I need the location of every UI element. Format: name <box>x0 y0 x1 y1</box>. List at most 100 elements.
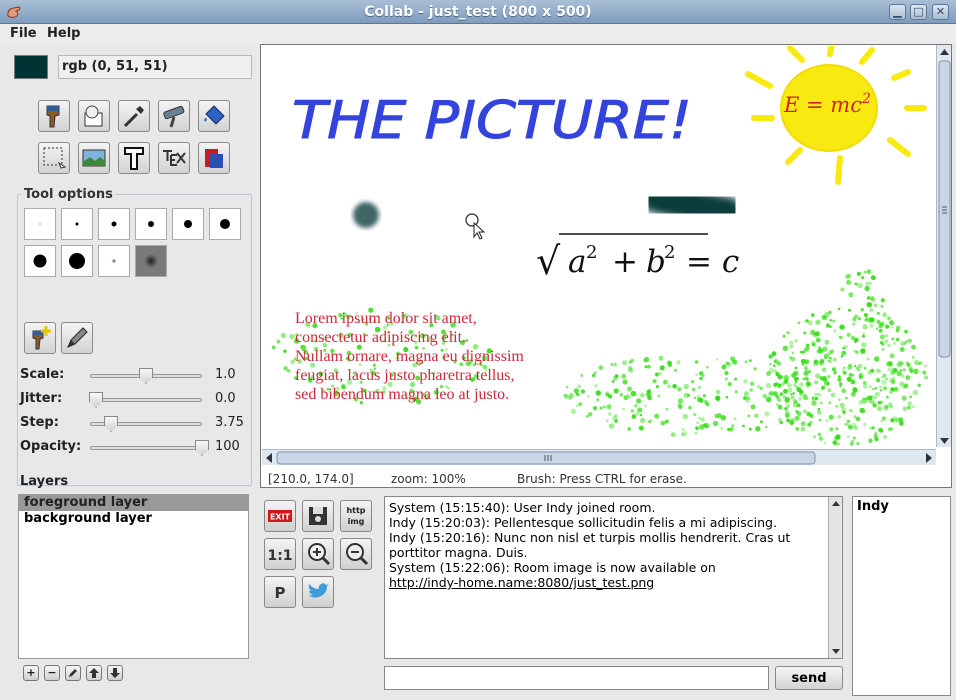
spray-dot <box>746 396 751 400</box>
canvas-horizontal-scrollbar[interactable] <box>262 449 936 465</box>
layer-item-foreground[interactable]: foreground layer <box>19 495 248 511</box>
chat-log[interactable]: System (15:15:40): User Indy joined room… <box>384 496 843 659</box>
spray-dot <box>862 383 868 389</box>
spray-dot <box>893 342 896 345</box>
spray-dot <box>702 394 706 398</box>
spray-dot <box>721 364 727 370</box>
exit-button[interactable]: EXIT <box>264 500 296 532</box>
zoom-reset-button[interactable]: 1:1 <box>264 538 296 570</box>
vertical-scroll-thumb[interactable] <box>938 60 951 358</box>
rename-layer-button[interactable] <box>65 665 81 681</box>
scale-slider[interactable] <box>90 368 202 384</box>
chat-input[interactable] <box>384 666 769 690</box>
spray-dot <box>773 369 777 373</box>
zoom-in-button[interactable] <box>302 538 334 570</box>
menu-file[interactable]: File <box>10 26 37 41</box>
minimize-button[interactable]: ▁ <box>889 4 906 20</box>
move-layer-down-button[interactable] <box>107 665 123 681</box>
brush-size-1[interactable] <box>24 208 56 240</box>
room-image-link[interactable]: http://indy-home.name:8080/just_test.png <box>389 575 654 590</box>
remove-layer-button[interactable]: − <box>44 665 60 681</box>
zoom-out-button[interactable] <box>340 538 372 570</box>
send-button[interactable]: send <box>775 666 843 690</box>
smudge-tool-button[interactable] <box>158 100 190 132</box>
color-picker-tool-button[interactable] <box>118 100 150 132</box>
eraser-tool-button[interactable] <box>78 100 110 132</box>
brush-size-2[interactable] <box>61 208 93 240</box>
window-title: Collab - just_test (800 x 500) <box>364 4 592 20</box>
brush-soft-large[interactable] <box>135 245 167 277</box>
tex-tool-button[interactable] <box>158 142 190 174</box>
lorem-line-4: feugiat, lacus justo pharetra tellus, <box>295 367 514 384</box>
floppy-icon <box>309 507 327 525</box>
brush-size-6[interactable] <box>209 208 241 240</box>
spray-dot <box>662 379 668 385</box>
spray-dot <box>909 395 912 399</box>
maximize-button[interactable]: □ <box>910 4 927 20</box>
spray-dot <box>776 361 782 366</box>
eraser-icon <box>84 105 103 127</box>
text-tool-button[interactable] <box>118 142 150 174</box>
brush-tool-button[interactable] <box>38 100 70 132</box>
jitter-slider[interactable] <box>89 392 202 408</box>
spray-dot <box>858 317 861 321</box>
spray-dot <box>724 377 728 381</box>
scroll-right-icon[interactable] <box>926 453 932 463</box>
lorem-line-5: sed bibendum magna leo at justo. <box>295 386 509 403</box>
chat-scrollbar[interactable] <box>828 497 842 658</box>
brush-soft-small[interactable] <box>98 245 130 277</box>
spray-dot <box>870 368 875 373</box>
spray-dot <box>887 368 891 371</box>
color-value-field[interactable]: rgb (0, 51, 51) <box>58 55 252 79</box>
brush-size-4[interactable] <box>135 208 167 240</box>
brush-size-5[interactable] <box>172 208 204 240</box>
scroll-down-icon[interactable] <box>940 438 949 444</box>
brush-size-7[interactable] <box>24 245 56 277</box>
spray-dot <box>777 417 783 422</box>
selection-tool-button[interactable] <box>38 142 70 174</box>
horizontal-scroll-thumb[interactable] <box>276 451 816 465</box>
user-list[interactable]: Indy <box>852 496 951 696</box>
spray-dot <box>851 322 856 326</box>
zoom-in-icon <box>308 543 331 566</box>
publish-http-button[interactable]: http img <box>340 500 372 532</box>
save-button[interactable] <box>302 500 334 532</box>
p-button[interactable]: P <box>264 576 296 608</box>
spray-dot <box>676 360 681 365</box>
edit-brush-button[interactable] <box>61 322 93 354</box>
drawing-canvas[interactable]: THE PICTURE! E = mc2 √ a 2 + b 2 = c Lor… <box>262 46 936 448</box>
spray-dot <box>578 402 582 406</box>
spray-dot <box>842 366 846 370</box>
user-item[interactable]: Indy <box>857 499 946 514</box>
spray-dot <box>884 339 889 344</box>
spray-dot <box>874 356 880 362</box>
spray-dot <box>817 407 821 411</box>
spray-dot <box>822 367 827 372</box>
chat-scroll-down-icon[interactable] <box>832 649 840 654</box>
layer-style-tool-button[interactable] <box>198 142 230 174</box>
canvas-vertical-scrollbar[interactable] <box>936 45 951 447</box>
spray-dot <box>800 358 806 364</box>
spray-dot <box>879 385 882 389</box>
image-tool-button[interactable] <box>78 142 110 174</box>
fill-tool-button[interactable] <box>198 100 230 132</box>
move-layer-up-button[interactable] <box>86 665 102 681</box>
twitter-button[interactable] <box>302 576 334 608</box>
menu-help[interactable]: Help <box>47 26 80 41</box>
layers-list[interactable]: foreground layer background layer <box>18 494 249 659</box>
opacity-slider[interactable] <box>90 440 209 456</box>
layer-item-background[interactable]: background layer <box>19 511 248 527</box>
chat-scroll-up-icon[interactable] <box>832 501 840 506</box>
scroll-left-icon[interactable] <box>266 453 272 463</box>
exit-label: EXIT <box>270 513 291 522</box>
color-swatch[interactable] <box>14 55 48 79</box>
brush-size-3[interactable] <box>98 208 130 240</box>
add-brush-button[interactable] <box>24 322 56 354</box>
brush-size-8[interactable] <box>61 245 93 277</box>
spray-dot <box>862 332 865 335</box>
add-layer-button[interactable]: + <box>23 665 39 681</box>
close-button[interactable]: ✕ <box>932 4 949 20</box>
scroll-up-icon[interactable] <box>940 49 949 55</box>
spray-dot <box>779 392 784 396</box>
step-slider[interactable] <box>90 416 202 432</box>
